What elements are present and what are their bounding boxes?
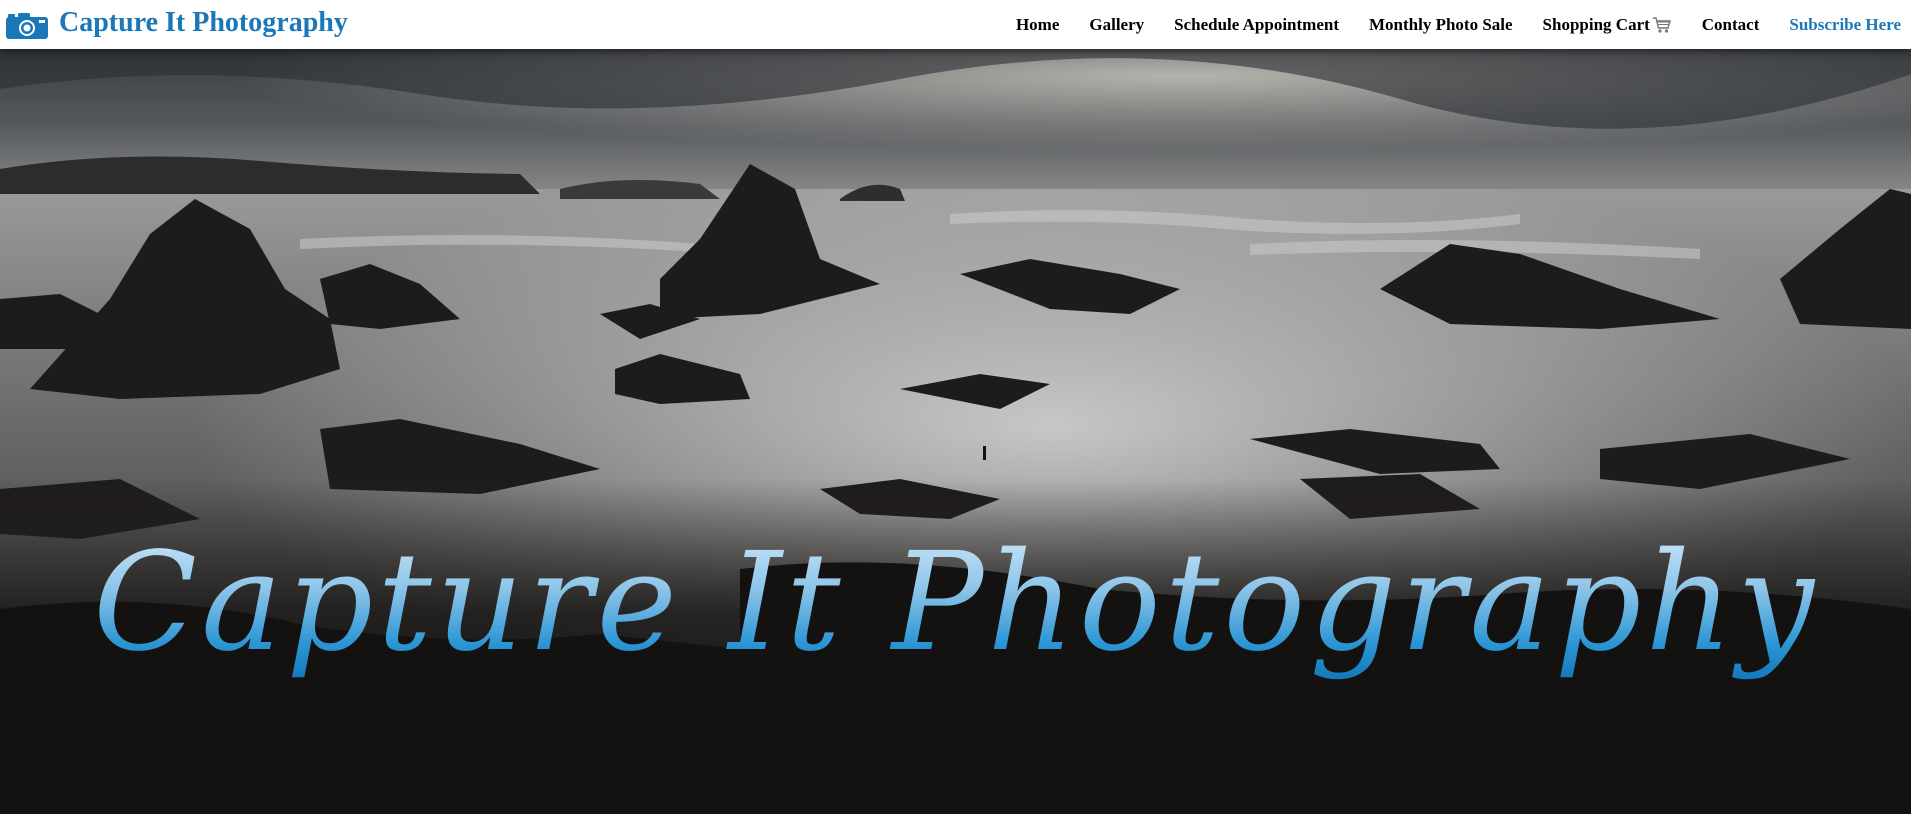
brand-link[interactable]: Capture It Photography: [5, 0, 348, 49]
nav-subscribe-here[interactable]: Subscribe Here: [1789, 15, 1901, 35]
camera-icon: [5, 10, 49, 40]
nav-shopping-cart[interactable]: Shopping Cart: [1543, 15, 1650, 35]
top-navbar: Capture It Photography Home Gallery Sche…: [0, 0, 1911, 49]
nav-monthly-photo-sale[interactable]: Monthly Photo Sale: [1369, 15, 1513, 35]
nav-gallery[interactable]: Gallery: [1089, 15, 1144, 35]
coastal-rocks-photo: [0, 49, 1911, 814]
shopping-cart-icon[interactable]: [1652, 16, 1672, 34]
nav-contact[interactable]: Contact: [1702, 15, 1760, 35]
nav-schedule-appointment[interactable]: Schedule Appointment: [1174, 15, 1339, 35]
nav-home[interactable]: Home: [1016, 15, 1059, 35]
brand-name: Capture It Photography: [59, 6, 348, 38]
hero-title: Capture It Photography: [0, 522, 1911, 685]
hero-banner: Capture It Photography: [0, 49, 1911, 814]
main-nav: Home Gallery Schedule Appointment Monthl…: [1016, 0, 1911, 49]
